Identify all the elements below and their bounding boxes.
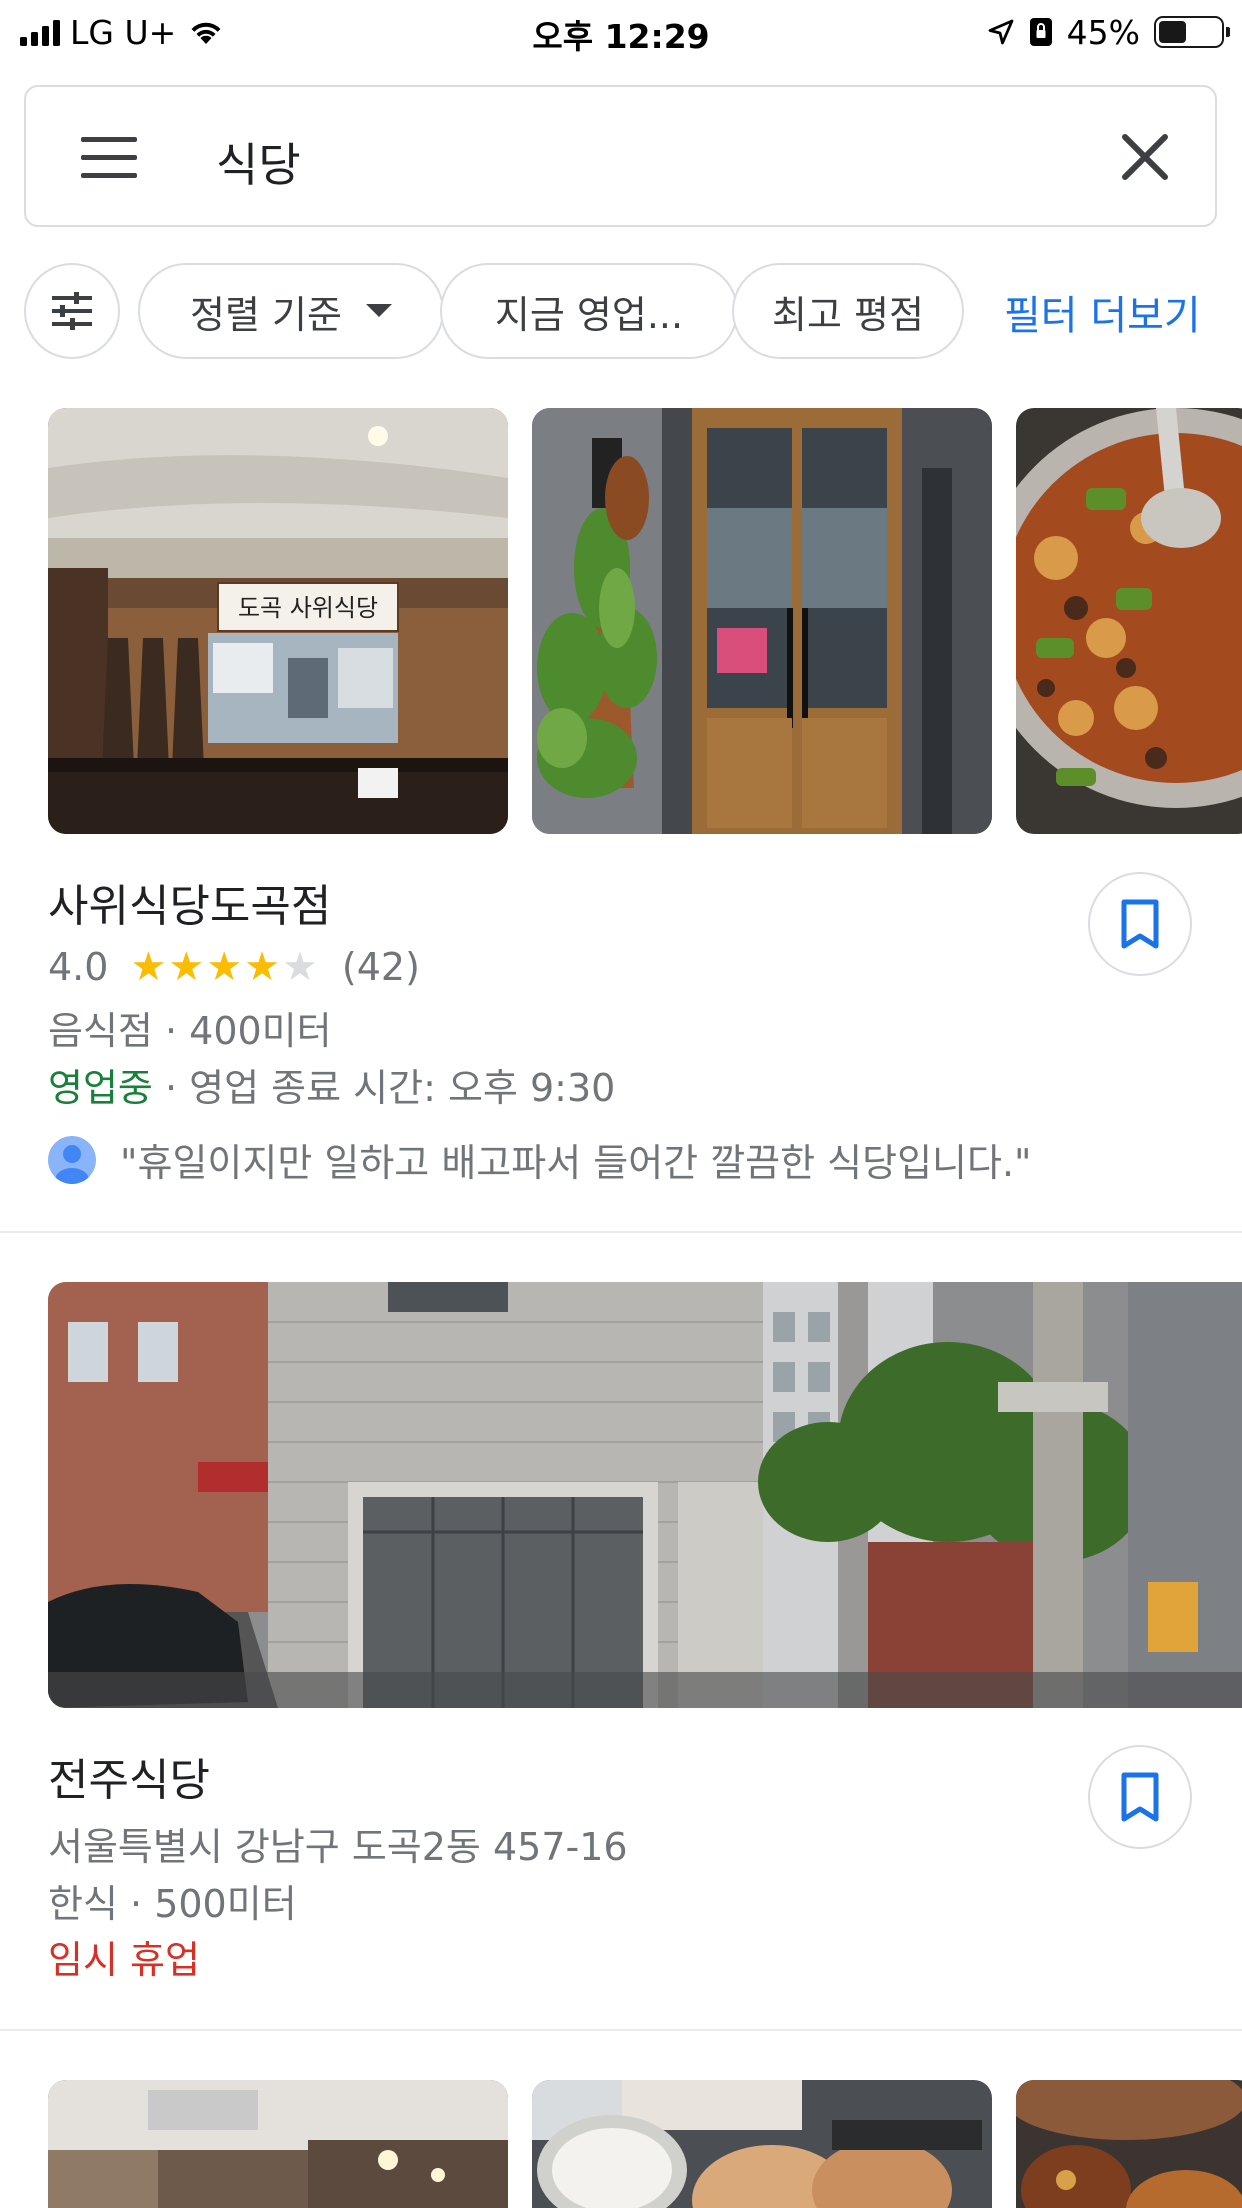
star-icon: ★★★★ [130,944,282,990]
result-photo[interactable] [532,2080,992,2208]
bookmark-icon [1121,1772,1159,1822]
place-name[interactable]: 전주식당 [48,1744,210,1808]
filter-options-button[interactable] [24,263,120,359]
top-rated-chip[interactable]: 최고 평점 [732,263,964,359]
place-name[interactable]: 사위식당도곡점 [48,870,331,934]
sort-chip[interactable]: 정렬 기준 [138,263,444,359]
hours-text: 영업 종료 시간: 오후 9:30 [189,1066,616,1110]
place-category: 한식 [48,1882,118,1926]
category-line: 음식점 · 400미터 [48,1000,332,1055]
rating-line: 4.0 ★★★★★ (42) [48,944,420,990]
storefront-photo [532,408,992,834]
search-bar[interactable]: 식당 [24,85,1217,227]
filter-chip-row: 정렬 기준 지금 영업... 최고 평점 필터 더보기 [24,263,1242,361]
divider [0,1231,1242,1233]
result-photo[interactable] [48,1282,1242,1708]
separator: · [164,1009,178,1053]
review-snippet: "휴일이지만 일하고 배고파서 들어간 깔끔한 식당입니다." [48,1132,1032,1187]
open-status: 영업중 [48,1066,153,1110]
food-photo [1016,2080,1242,2208]
place-distance: 400미터 [189,1009,332,1053]
restaurant-interior-photo [48,2080,508,2208]
battery-icon [1154,16,1230,48]
result-photo[interactable] [532,408,992,834]
result-photo[interactable]: 도곡 사위식당 [48,408,508,834]
status-bar: LG U+ 오후 12:29 45% [0,0,1242,62]
top-rated-chip-label: 최고 평점 [772,292,924,337]
stew-photo [1016,408,1242,834]
street-view-photo [48,1282,1242,1708]
status-right: 45% [987,12,1230,52]
menu-icon[interactable] [81,137,137,179]
result-photo[interactable] [48,2080,508,2208]
tune-icon [52,292,92,330]
result-photo[interactable] [1016,408,1242,834]
hours-line: 영업중 · 영업 종료 시간: 오후 9:30 [48,1057,615,1112]
result-photo[interactable] [1016,2080,1242,2208]
battery-percent: 45% [1066,12,1140,52]
orientation-lock-icon [1029,18,1052,46]
star-rating: ★★★★★ [131,944,320,990]
status-line: 임시 휴업 [48,1929,200,1984]
grilled-food-photo [532,2080,992,2208]
avatar [48,1135,96,1184]
review-count: (42) [341,945,420,989]
separator: · [164,1066,178,1110]
bookmark-icon [1121,899,1159,949]
open-now-chip-label: 지금 영업... [494,292,684,337]
search-input[interactable]: 식당 [216,129,301,195]
rating-value: 4.0 [48,945,109,989]
place-category: 음식점 [48,1009,153,1053]
store-sign-text: 도곡 사위식당 [238,594,378,622]
restaurant-interior-photo: 도곡 사위식당 [48,408,508,834]
sort-chip-label: 정렬 기준 [190,292,342,337]
location-arrow-icon [988,19,1014,45]
dropdown-arrow-icon [365,304,392,317]
close-icon[interactable] [1117,129,1173,185]
place-distance: 500미터 [154,1882,297,1926]
review-text: "휴일이지만 일하고 배고파서 들어간 깔끔한 식당입니다." [120,1141,1032,1185]
closed-status: 임시 휴업 [48,1938,200,1982]
separator: · [130,1882,143,1926]
star-empty-icon: ★ [281,944,320,990]
category-line: 한식 · 500미터 [48,1873,297,1928]
place-address: 서울특별시 강남구 도곡2동 457-16 [48,1825,628,1869]
divider [0,2029,1242,2031]
person-icon [55,1144,89,1184]
more-filters-link[interactable]: 필터 더보기 [1004,283,1201,341]
open-now-chip[interactable]: 지금 영업... [440,263,738,359]
save-button[interactable] [1088,872,1192,976]
address-line: 서울특별시 강남구 도곡2동 457-16 [48,1816,628,1871]
save-button[interactable] [1088,1745,1192,1849]
